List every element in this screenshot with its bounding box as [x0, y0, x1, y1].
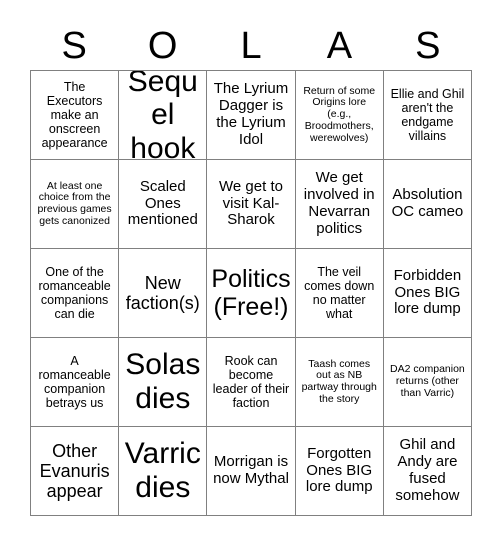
bingo-row: A romanceable companion betrays us Solas…	[31, 338, 473, 427]
header-letter-3: A	[326, 25, 353, 67]
bingo-cell-label: The Executors make an onscreen appearanc…	[41, 80, 108, 150]
bingo-cell[interactable]: Solas dies	[119, 338, 208, 427]
header-letter-2: L	[240, 25, 262, 67]
bingo-cell-label: The Lyrium Dagger is the Lyrium Idol	[213, 80, 289, 148]
bingo-cell[interactable]: One of the romanceable companions can di…	[31, 249, 120, 338]
bingo-cell-label: We get to visit Kal-Sharok	[219, 177, 283, 229]
bingo-cell-label: A romanceable companion betrays us	[38, 354, 111, 410]
bingo-cell-label: Ellie and Ghil aren't the endgame villai…	[390, 87, 465, 143]
bingo-cell-label: Absolution OC cameo	[391, 186, 464, 220]
bingo-cell-label: Forbidden Ones BIG lore dump	[393, 266, 462, 318]
bingo-cell[interactable]: The Lyrium Dagger is the Lyrium Idol	[207, 71, 296, 160]
bingo-cell-label: Other Evanuris appear	[39, 440, 110, 502]
bingo-cell-label: One of the romanceable companions can di…	[38, 265, 111, 321]
header-letter-0: S	[61, 25, 87, 67]
header-letter-4: S	[415, 25, 441, 67]
bingo-cell[interactable]: We get involved in Nevarran politics	[295, 160, 384, 249]
bingo-cell[interactable]: Ghil and Andy are fused somehow	[383, 427, 473, 516]
bingo-cell[interactable]: Varric dies	[119, 427, 208, 516]
bingo-cell-label: Rook can become leader of their faction	[212, 354, 290, 410]
bingo-row: Other Evanuris appear Varric dies Morrig…	[31, 427, 473, 516]
bingo-cell-label: Scaled Ones mentioned	[127, 177, 198, 229]
bingo-cell[interactable]: The Executors make an onscreen appearanc…	[31, 71, 120, 160]
bingo-cell-label: Morrigan is now Mythal	[213, 453, 289, 487]
bingo-cell-label: At least one choice from the previous ga…	[37, 179, 112, 227]
bingo-cell-label: Sequel hook	[127, 71, 198, 160]
bingo-cell-label: DA2 companion returns (other than Varric…	[390, 363, 465, 399]
bingo-cell[interactable]: Sequel hook	[119, 71, 208, 160]
bingo-cell[interactable]: At least one choice from the previous ga…	[31, 160, 120, 249]
bingo-cell[interactable]: Forgotten Ones BIG lore dump	[295, 427, 384, 516]
bingo-row: The Executors make an onscreen appearanc…	[31, 71, 473, 160]
bingo-cell-label: Taash comes out as NB partway through th…	[301, 357, 377, 405]
bingo-cell[interactable]: Politics (Free!)	[207, 249, 296, 338]
bingo-cell-label: The veil comes down no matter what	[304, 265, 375, 321]
bingo-grid: The Executors make an onscreen appearanc…	[30, 70, 473, 516]
bingo-card: S O L A S The Executors make an onscreen…	[0, 0, 500, 544]
bingo-cell-label: Varric dies	[124, 437, 201, 504]
bingo-cell[interactable]: Morrigan is now Mythal	[207, 427, 296, 516]
bingo-cell[interactable]: Scaled Ones mentioned	[119, 160, 208, 249]
bingo-cell-label: Politics (Free!)	[211, 265, 291, 321]
bingo-cell[interactable]: Absolution OC cameo	[383, 160, 473, 249]
bingo-cell[interactable]: Forbidden Ones BIG lore dump	[383, 249, 473, 338]
bingo-cell-label: Solas dies	[125, 348, 201, 415]
bingo-cell-label: Ghil and Andy are fused somehow	[395, 436, 460, 504]
bingo-row: One of the romanceable companions can di…	[31, 249, 473, 338]
bingo-cell[interactable]: Other Evanuris appear	[31, 427, 120, 516]
bingo-cell[interactable]: Rook can become leader of their faction	[207, 338, 296, 427]
bingo-cell[interactable]: We get to visit Kal-Sharok	[207, 160, 296, 249]
bingo-cell[interactable]: The veil comes down no matter what	[295, 249, 384, 338]
bingo-header-letters: S O L A S	[30, 22, 472, 70]
bingo-cell-label: We get involved in Nevarran politics	[303, 169, 375, 237]
bingo-cell[interactable]: Return of some Origins lore (e.g., Brood…	[295, 71, 384, 160]
bingo-cell-label: New faction(s)	[125, 272, 200, 313]
bingo-cell-label: Forgotten Ones BIG lore dump	[305, 444, 373, 496]
bingo-cell[interactable]: A romanceable companion betrays us	[31, 338, 120, 427]
header-letter-1: O	[147, 25, 178, 67]
bingo-cell[interactable]: Ellie and Ghil aren't the endgame villai…	[383, 71, 473, 160]
bingo-cell-label: Return of some Origins lore (e.g., Brood…	[303, 84, 376, 144]
bingo-row: At least one choice from the previous ga…	[31, 160, 473, 249]
bingo-cell[interactable]: DA2 companion returns (other than Varric…	[383, 338, 473, 427]
bingo-cell[interactable]: Taash comes out as NB partway through th…	[295, 338, 384, 427]
bingo-cell[interactable]: New faction(s)	[119, 249, 208, 338]
